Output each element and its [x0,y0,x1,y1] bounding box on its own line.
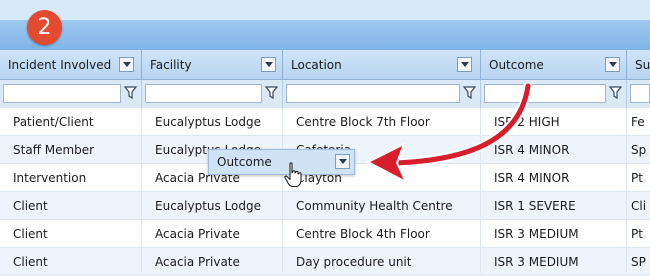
curved-arrow-icon [365,81,533,185]
hand-cursor-icon [284,162,302,188]
dropdown-arrow-icon[interactable] [335,154,350,169]
dragging-header-label: Outcome [217,155,272,169]
dragging-column-header[interactable]: Outcome [208,149,355,175]
